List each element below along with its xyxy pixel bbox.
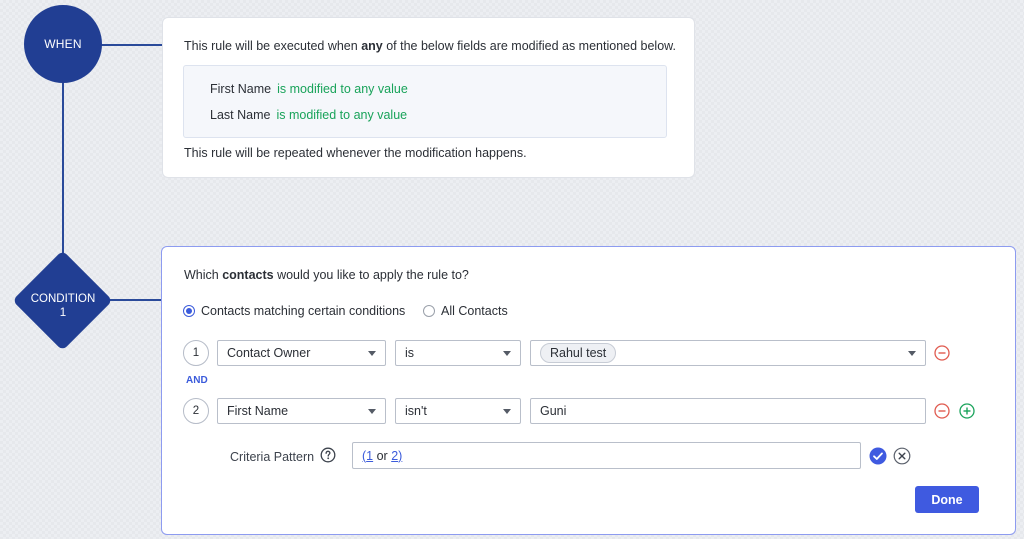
flow-connector-when bbox=[100, 44, 162, 46]
modified-fields-box: First Name is modified to any value Last … bbox=[183, 65, 667, 138]
remove-criteria-icon[interactable] bbox=[934, 403, 950, 419]
chevron-down-icon bbox=[503, 409, 511, 414]
radio-unselected-icon[interactable] bbox=[423, 305, 435, 317]
chevron-down-icon bbox=[368, 409, 376, 414]
help-icon[interactable] bbox=[320, 447, 336, 463]
criteria-1-field-select[interactable]: Contact Owner bbox=[217, 340, 386, 366]
criteria-pattern-label: Criteria Pattern bbox=[230, 450, 315, 464]
confirm-check-icon[interactable] bbox=[869, 447, 887, 465]
condition-node-label: CONDITION 1 bbox=[30, 293, 96, 319]
criteria-2-value-input[interactable]: Guni bbox=[530, 398, 926, 424]
chevron-down-icon bbox=[503, 351, 511, 356]
chevron-down-icon bbox=[368, 351, 376, 356]
criteria-index-2: 2 bbox=[183, 398, 209, 424]
when-node-label: WHEN bbox=[44, 37, 82, 51]
criteria-index-1: 1 bbox=[183, 340, 209, 366]
when-node: WHEN bbox=[24, 5, 102, 83]
close-icon[interactable] bbox=[893, 447, 911, 465]
radio-matching-conditions[interactable]: Contacts matching certain conditions bbox=[183, 304, 405, 318]
modified-field-row: Last Name is modified to any value bbox=[210, 108, 408, 122]
flow-connector-vertical bbox=[62, 60, 64, 256]
when-card: This rule will be executed when any of t… bbox=[162, 17, 695, 178]
condition-card: Which contacts would you like to apply t… bbox=[161, 246, 1016, 535]
when-outro-text: This rule will be repeated whenever the … bbox=[184, 146, 527, 160]
condition-question: Which contacts would you like to apply t… bbox=[184, 268, 469, 282]
criteria-1-value-select[interactable]: Rahul test bbox=[530, 340, 926, 366]
criteria-pattern-input[interactable]: (1 or 2) bbox=[352, 442, 861, 469]
flow-connector-condition bbox=[106, 299, 162, 301]
criteria-2-field-select[interactable]: First Name bbox=[217, 398, 386, 424]
add-criteria-icon[interactable] bbox=[959, 403, 975, 419]
radio-selected-icon[interactable] bbox=[183, 305, 195, 317]
criteria-join-label: AND bbox=[186, 375, 208, 386]
radio-all-contacts[interactable]: All Contacts bbox=[423, 304, 508, 318]
criteria-1-operator-select[interactable]: is bbox=[395, 340, 521, 366]
criteria-2-operator-select[interactable]: isn't bbox=[395, 398, 521, 424]
chevron-down-icon bbox=[908, 351, 916, 356]
modified-field-row: First Name is modified to any value bbox=[210, 82, 408, 96]
remove-criteria-icon[interactable] bbox=[934, 345, 950, 361]
done-button[interactable]: Done bbox=[915, 486, 979, 513]
when-intro-text: This rule will be executed when any of t… bbox=[184, 39, 676, 53]
value-chip[interactable]: Rahul test bbox=[540, 343, 617, 363]
